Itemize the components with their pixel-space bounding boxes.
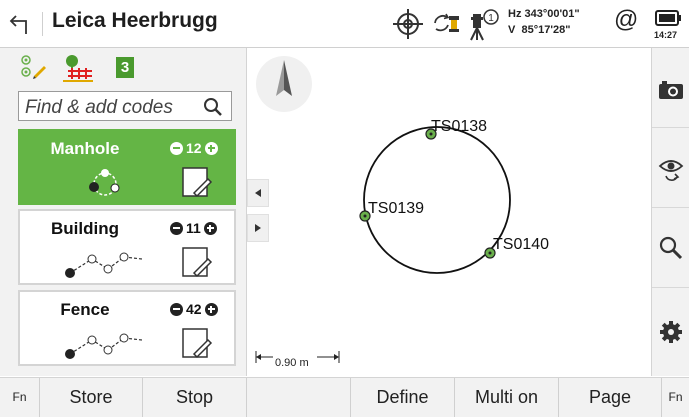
header-divider <box>42 12 43 36</box>
function-key-bar: Fn Store Stop Define Multi on Page Fn <box>0 377 689 417</box>
job-title[interactable]: Leica Heerbrugg <box>52 9 218 33</box>
hz-label: Hz <box>508 8 522 20</box>
count-value: 12 <box>186 140 202 156</box>
v-label: V <box>508 24 516 36</box>
increment-icon[interactable] <box>204 141 218 155</box>
camera-icon <box>659 81 683 99</box>
decrement-icon[interactable] <box>170 141 183 155</box>
instrument-face-icon[interactable]: 1 <box>467 6 501 42</box>
battery-time: 14:27 <box>654 30 678 40</box>
code-count: 42 <box>170 301 218 317</box>
edit-note-icon[interactable] <box>182 247 214 279</box>
page-key[interactable]: Page <box>559 378 662 417</box>
fn-right-key[interactable]: Fn <box>662 378 689 417</box>
point-label-ts0139: TS0139 <box>368 200 425 217</box>
decrement-icon[interactable] <box>170 221 183 235</box>
target-crosshair-icon[interactable] <box>392 8 424 40</box>
view-refresh-button[interactable] <box>652 128 689 208</box>
search-icon <box>204 98 222 116</box>
settings-gear-icon <box>660 321 682 343</box>
line-points-icon <box>65 252 143 278</box>
code-tabs: 3 <box>0 48 246 88</box>
map-canvas <box>255 56 511 363</box>
code-count-icon[interactable]: 3 <box>116 57 134 78</box>
code-card-building[interactable]: Building 11 <box>18 209 236 285</box>
back-arrow-icon[interactable] <box>8 12 34 36</box>
code-card-manhole[interactable]: Manhole 12 <box>18 129 236 205</box>
define-key[interactable]: Define <box>351 378 455 417</box>
pan-left-icon[interactable] <box>247 179 269 207</box>
code-name: Building <box>51 219 119 238</box>
points-mode-icon[interactable] <box>20 54 48 82</box>
point-label-ts0140: TS0140 <box>493 236 550 253</box>
face-number: 1 <box>488 13 494 24</box>
store-key[interactable]: Store <box>40 378 143 417</box>
scale-label: 0.90 m <box>275 357 309 369</box>
camera-button[interactable] <box>652 48 689 128</box>
search-button[interactable] <box>652 208 689 288</box>
code-card-fence[interactable]: Fence 42 <box>18 290 236 366</box>
north-arrow-icon <box>256 56 312 112</box>
pan-right-icon[interactable] <box>247 214 269 242</box>
eye-refresh-icon <box>658 160 684 181</box>
search-input[interactable]: Find & add codes <box>18 91 232 121</box>
hz-value: 343°00'01" <box>524 8 580 20</box>
code-count: 12 <box>170 140 218 156</box>
fence-line-mode-icon[interactable] <box>63 54 93 82</box>
settings-button[interactable] <box>652 288 689 376</box>
code-panel: 3 Find & add codes Manhole 12 Building 1… <box>0 48 247 376</box>
stop-key[interactable]: Stop <box>143 378 247 417</box>
circle-points-icon <box>89 169 120 196</box>
count-value: 42 <box>186 301 202 317</box>
point-label-ts0138: TS0138 <box>431 118 488 135</box>
decrement-icon[interactable] <box>170 302 183 316</box>
at-symbol[interactable]: @ <box>614 6 638 34</box>
count-value: 11 <box>186 220 201 236</box>
increment-icon[interactable] <box>203 221 217 235</box>
code-name: Fence <box>60 300 110 319</box>
map-view[interactable] <box>247 48 651 376</box>
v-value: 85°17'28" <box>521 24 571 36</box>
edit-note-icon[interactable] <box>182 167 214 199</box>
prism-lock-icon[interactable] <box>432 10 462 36</box>
line-points-icon <box>65 333 143 359</box>
right-toolbar <box>651 48 689 376</box>
increment-icon[interactable] <box>204 302 218 316</box>
empty-key[interactable] <box>247 378 351 417</box>
code-name: Manhole <box>50 139 120 158</box>
search-icon <box>659 236 683 260</box>
multi-on-key[interactable]: Multi on <box>455 378 559 417</box>
edit-note-icon[interactable] <box>182 328 214 360</box>
fn-left-key[interactable]: Fn <box>0 378 40 417</box>
battery-icon[interactable] <box>655 8 683 28</box>
code-count: 11 <box>170 220 217 236</box>
search-placeholder: Find & add codes <box>25 97 173 118</box>
top-bar: Leica Heerbrugg 1 Hz 343°00'01" V 85°17'… <box>0 0 689 48</box>
angle-readout: Hz 343°00'01" V 85°17'28" <box>508 6 580 38</box>
